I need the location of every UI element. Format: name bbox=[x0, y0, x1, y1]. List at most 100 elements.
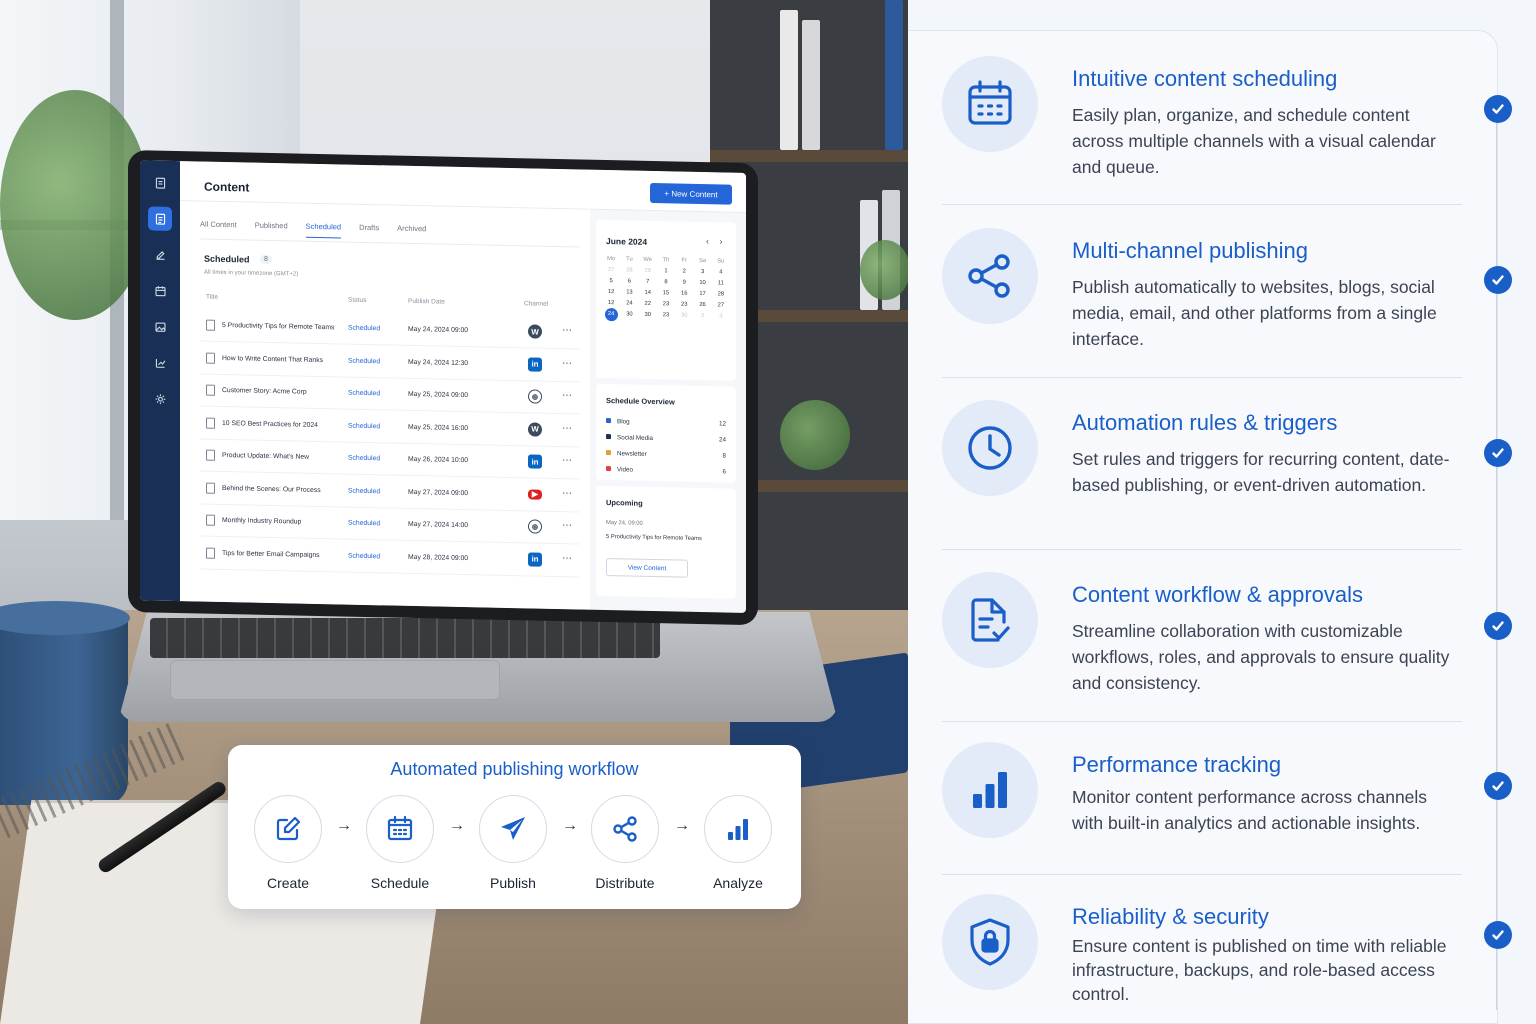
calendar-day[interactable]: 12 bbox=[602, 300, 620, 306]
file-icon[interactable] bbox=[148, 170, 172, 195]
legend-swatch bbox=[606, 434, 611, 440]
calendar-day[interactable]: 23 bbox=[657, 301, 675, 307]
table-row[interactable]: Tips for Better Email Campaigns Scheduled… bbox=[200, 537, 580, 577]
status-badge: Scheduled bbox=[348, 422, 381, 430]
workflow-step-schedule: Schedule bbox=[355, 795, 445, 891]
calendar-day[interactable]: 3 bbox=[693, 269, 711, 275]
tab-archived[interactable]: Archived bbox=[397, 224, 426, 241]
calendar-day[interactable]: 2 bbox=[693, 313, 711, 323]
content-icon[interactable] bbox=[148, 206, 172, 231]
calendar-day[interactable]: 7 bbox=[639, 279, 657, 285]
feature-description: Set rules and triggers for recurring con… bbox=[1072, 449, 1450, 495]
calendar-day[interactable]: 11 bbox=[712, 280, 730, 286]
section-title: Scheduled bbox=[204, 253, 250, 265]
more-options-icon[interactable]: ⋯ bbox=[562, 358, 572, 369]
globe-icon: ⊕ bbox=[528, 389, 542, 404]
arrow-icon: → bbox=[562, 817, 578, 834]
new-content-button[interactable]: + New Content bbox=[650, 182, 732, 205]
column-header-channel[interactable]: Channel bbox=[524, 300, 548, 308]
calendar-day[interactable]: 13 bbox=[620, 289, 638, 295]
calendar-day[interactable]: 15 bbox=[657, 290, 675, 296]
calendar-day[interactable]: 24 bbox=[604, 307, 618, 322]
calendar-day[interactable]: 12 bbox=[602, 289, 620, 295]
calendar-day[interactable]: 14 bbox=[639, 290, 657, 296]
overview-count: 6 bbox=[722, 468, 726, 476]
status-badge: Scheduled bbox=[348, 454, 381, 463]
tab-published[interactable]: Published bbox=[255, 221, 288, 238]
check-icon bbox=[1484, 921, 1512, 949]
feature-divider bbox=[942, 549, 1462, 550]
calendar-day[interactable]: 28 bbox=[620, 267, 638, 273]
calendar-day[interactable]: 4 bbox=[712, 269, 730, 275]
calendar-day[interactable]: 16 bbox=[675, 290, 693, 297]
column-header-title[interactable]: Title bbox=[206, 294, 218, 301]
gear-icon[interactable] bbox=[148, 386, 172, 411]
overview-count: 12 bbox=[718, 420, 726, 428]
calendar-nav-arrows[interactable]: ‹ › bbox=[706, 236, 727, 246]
analytics-icon[interactable] bbox=[148, 350, 172, 375]
row-title[interactable]: Behind the Scenes: Our Process bbox=[222, 484, 321, 493]
row-title[interactable]: 5 Productivity Tips for Remote Teams bbox=[222, 322, 334, 331]
calendar-day[interactable]: 10 bbox=[693, 280, 711, 286]
calendar-day[interactable]: 28 bbox=[712, 291, 730, 297]
calendar-day[interactable]: 23 bbox=[675, 301, 693, 308]
workflow-step-label: Analyze bbox=[713, 875, 763, 891]
document-icon bbox=[206, 417, 215, 429]
edit-icon bbox=[254, 795, 322, 863]
calendar-icon[interactable] bbox=[148, 278, 172, 303]
calendar-day[interactable]: 30 bbox=[675, 312, 693, 322]
feature-divider bbox=[942, 721, 1462, 722]
calendar-day[interactable]: 2 bbox=[675, 268, 693, 275]
column-header-status[interactable]: Status bbox=[348, 297, 366, 304]
calendar-day[interactable]: 23 bbox=[657, 312, 675, 322]
more-options-icon[interactable]: ⋯ bbox=[562, 488, 572, 499]
row-title[interactable]: Tips for Better Email Campaigns bbox=[222, 549, 320, 558]
column-header-publish-date[interactable]: Publish Date bbox=[408, 298, 445, 306]
view-content-button[interactable]: View Content bbox=[606, 558, 688, 578]
tab-drafts[interactable]: Drafts bbox=[359, 223, 379, 239]
laptop-screen: Content + New Content All Content Publis… bbox=[140, 160, 746, 613]
calendar-weekday: Mo bbox=[607, 256, 616, 263]
calendar-day[interactable]: 3 bbox=[712, 313, 730, 323]
calendar-day[interactable]: 17 bbox=[693, 291, 711, 297]
feature-divider bbox=[942, 874, 1462, 875]
more-options-icon[interactable]: ⋯ bbox=[562, 390, 572, 401]
document-check-icon bbox=[942, 572, 1038, 668]
more-options-icon[interactable]: ⋯ bbox=[562, 553, 572, 564]
more-options-icon[interactable]: ⋯ bbox=[562, 423, 572, 434]
calendar-day[interactable]: 6 bbox=[620, 278, 638, 284]
feature-title: Performance tracking bbox=[1072, 752, 1282, 777]
calendar-day[interactable]: 8 bbox=[657, 279, 675, 285]
calendar-icon bbox=[366, 795, 434, 863]
bar-chart-icon bbox=[704, 795, 772, 863]
calendar-day[interactable]: 1 bbox=[657, 268, 675, 274]
more-options-icon[interactable]: ⋯ bbox=[562, 520, 572, 531]
tab-all-content[interactable]: All Content bbox=[200, 220, 237, 237]
row-title[interactable]: Product Update: What's New bbox=[222, 452, 309, 461]
more-options-icon[interactable]: ⋯ bbox=[562, 455, 572, 466]
row-title[interactable]: How to Write Content That Ranks bbox=[222, 354, 323, 363]
calendar-day[interactable]: 27 bbox=[602, 267, 620, 273]
more-options-icon[interactable]: ⋯ bbox=[562, 325, 572, 336]
calendar-day[interactable]: 30 bbox=[620, 311, 638, 321]
page-title: Content bbox=[204, 179, 250, 195]
arrow-icon: → bbox=[674, 817, 690, 834]
edit-icon[interactable] bbox=[148, 242, 172, 267]
feature-description: Ensure content is published on time with… bbox=[1072, 936, 1447, 1004]
row-title[interactable]: Customer Story: Acme Corp bbox=[222, 387, 307, 396]
row-title[interactable]: Monthly Industry Roundup bbox=[222, 517, 301, 526]
upcoming-item[interactable]: 5 Productivity Tips for Remote Teams bbox=[606, 534, 702, 542]
calendar-day[interactable]: 27 bbox=[712, 302, 730, 308]
calendar-day[interactable]: 26 bbox=[693, 302, 711, 308]
calendar-day[interactable]: 24 bbox=[620, 300, 638, 306]
tab-scheduled[interactable]: Scheduled bbox=[305, 221, 342, 239]
calendar-day[interactable]: 29 bbox=[639, 268, 657, 274]
overview-row: Video 6 bbox=[606, 466, 726, 476]
calendar-day[interactable]: 30 bbox=[639, 312, 657, 322]
image-icon[interactable] bbox=[148, 314, 172, 339]
row-title[interactable]: 10 SEO Best Practices for 2024 bbox=[222, 419, 318, 428]
calendar-day[interactable]: 9 bbox=[675, 279, 693, 286]
calendar-day[interactable]: 5 bbox=[602, 278, 620, 284]
calendar-day[interactable]: 22 bbox=[639, 301, 657, 307]
shield-lock-icon bbox=[942, 894, 1038, 990]
